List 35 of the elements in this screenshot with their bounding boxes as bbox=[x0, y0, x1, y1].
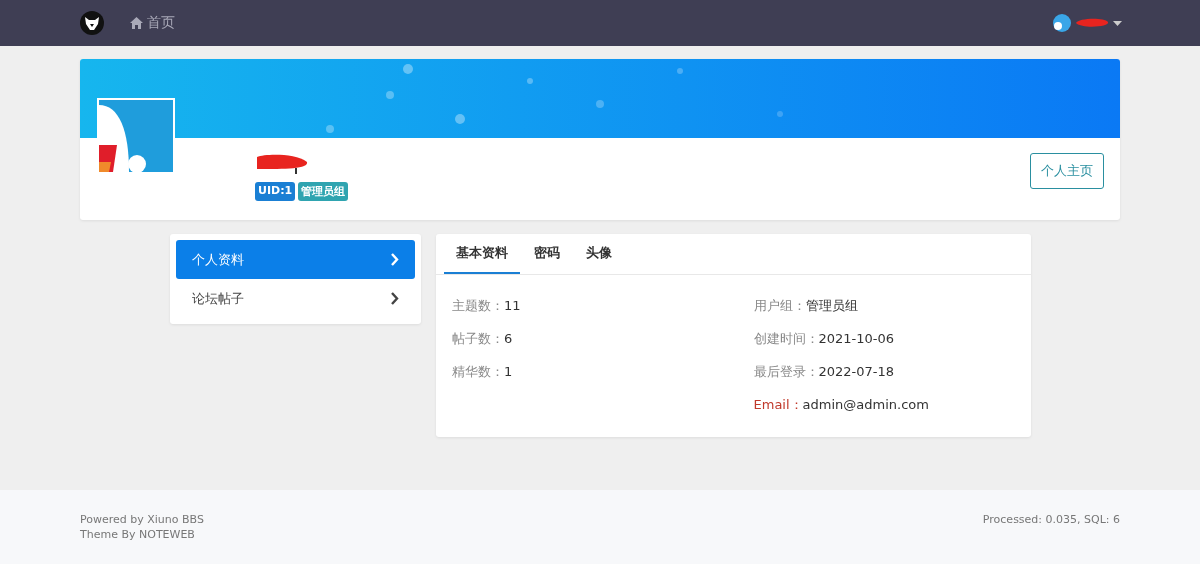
field-value: 管理员组 bbox=[805, 296, 858, 315]
field-label: 用户组： bbox=[753, 296, 806, 315]
logo-icon[interactable] bbox=[80, 11, 104, 35]
user-menu[interactable] bbox=[1053, 14, 1122, 32]
footer-text: Powered by Xiuno BBS bbox=[80, 513, 204, 526]
caret-icon bbox=[1113, 20, 1122, 26]
chevron-icon bbox=[390, 292, 399, 305]
field-label: 主题数： bbox=[452, 296, 504, 315]
redaction-mark bbox=[255, 153, 309, 175]
field-label: 最后登录： bbox=[753, 362, 819, 381]
field-value: 6 bbox=[504, 331, 513, 346]
role-badge: UID:1 bbox=[255, 182, 296, 201]
avatar-icon bbox=[1053, 14, 1071, 32]
tab[interactable]: 密码 bbox=[522, 234, 572, 274]
footer-text: Theme By NOTEWEB bbox=[80, 528, 196, 541]
field-label: 帖子数： bbox=[452, 329, 504, 348]
homepage-button[interactable]: 个人主页 bbox=[1030, 153, 1104, 189]
field-value: 2021-10-06 bbox=[818, 331, 895, 346]
field-label: 精华数： bbox=[452, 362, 504, 381]
field-label: Email： bbox=[753, 395, 803, 414]
field-value: admin@admin.com bbox=[802, 397, 929, 412]
home-icon bbox=[130, 17, 143, 29]
tab[interactable]: 头像 bbox=[574, 234, 624, 274]
footer-stats: Processed: 0.035, SQL: 6 bbox=[982, 513, 1120, 526]
role-badge: 管理员组 bbox=[298, 182, 349, 201]
field-value: 2022-07-18 bbox=[818, 364, 895, 379]
field-label: 创建时间： bbox=[753, 329, 819, 348]
chevron-icon bbox=[390, 253, 399, 266]
field-value: 1 bbox=[504, 364, 513, 379]
redaction-mark bbox=[1074, 17, 1110, 29]
menu-item[interactable]: 论坛帖子 bbox=[176, 279, 415, 318]
menu-item[interactable]: 个人资料 bbox=[176, 240, 415, 279]
tab[interactable]: 基本资料 bbox=[444, 234, 520, 274]
field-value: 11 bbox=[504, 298, 521, 313]
home-link[interactable]: 首页 bbox=[130, 14, 175, 32]
